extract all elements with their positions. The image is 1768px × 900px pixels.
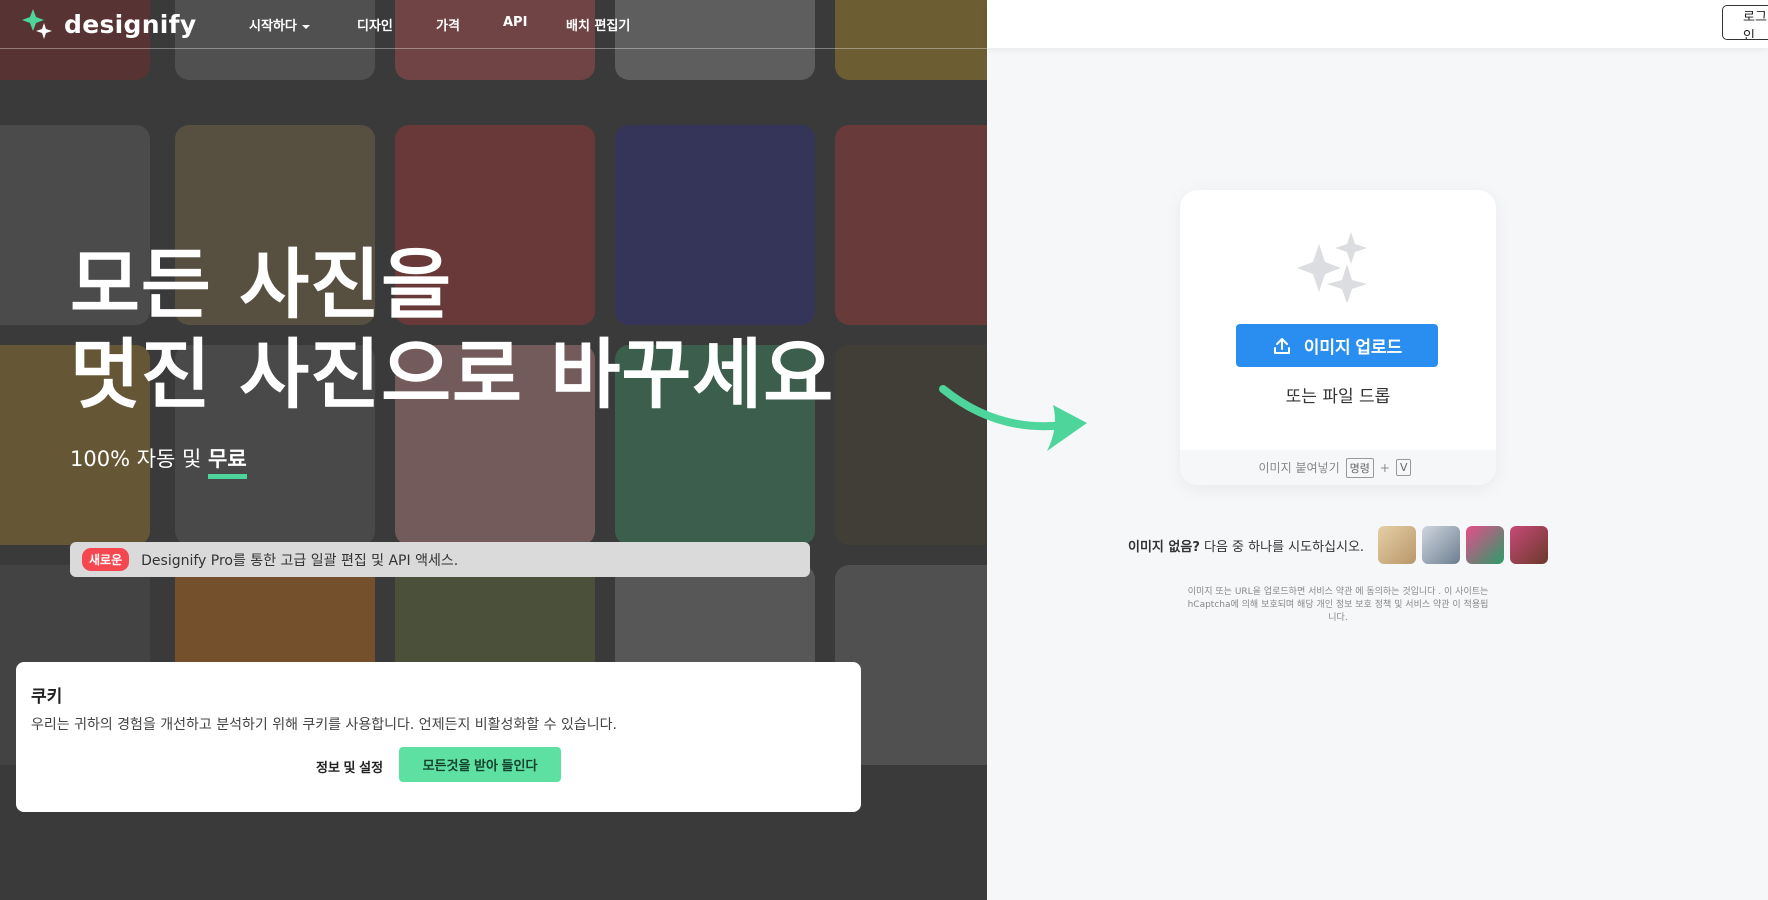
sample-label-rest: 다음 중 하나를 시도하십시오. <box>1199 539 1365 555</box>
sample-thumb-car[interactable] <box>1422 526 1461 564</box>
key-command: 명령 <box>1345 457 1374 478</box>
new-badge: 새로운 <box>82 548 130 571</box>
upload-card[interactable]: 이미지 업로드 또는 파일 드롭 이미지 붙여넣기 명령 + V <box>1180 190 1496 485</box>
paste-hint: 이미지 붙여넣기 명령 + V <box>1180 450 1496 485</box>
nav-link-get-started[interactable]: 시작하다 <box>249 15 310 34</box>
logo[interactable]: designify <box>20 7 196 41</box>
sample-label: 이미지 없음? 다음 중 하나를 시도하십시오. <box>1128 536 1364 555</box>
nav-link-batch-editor[interactable]: 배치 편집기 <box>566 15 630 34</box>
nav-link-pricing[interactable]: 가격 <box>436 15 460 34</box>
cookie-text: 우리는 귀하의 경험을 개선하고 분석하기 위해 쿠키를 사용합니다. 언제든지… <box>31 717 617 733</box>
cookie-banner: 쿠키 우리는 귀하의 경험을 개선하고 분석하기 위해 쿠키를 사용합니다. 언… <box>16 662 861 812</box>
upload-button-label: 이미지 업로드 <box>1303 338 1403 357</box>
top-nav: designify 시작하다 디자인 가격 API 배치 편집기 <box>0 0 987 49</box>
nav-link-design[interactable]: 디자인 <box>357 15 393 34</box>
sparkle-logo-icon <box>22 9 52 39</box>
subtitle-highlight: 무료 <box>208 447 247 471</box>
headline-line-2: 멋진 사진으로 바꾸세요 <box>70 330 835 419</box>
sample-label-bold: 이미지 없음? <box>1128 539 1200 555</box>
login-button[interactable]: 로그인 <box>1722 5 1768 40</box>
subtitle-prefix: 100% 자동 및 <box>70 447 209 471</box>
top-bar: 로그인 <box>987 0 1768 48</box>
nav-link-api[interactable]: API <box>503 15 527 30</box>
curved-arrow-icon <box>939 385 1087 451</box>
legal-text: 이미지 또는 URL을 업로드하면 서비스 약관 에 동의하는 것입니다 . 이… <box>1187 587 1489 623</box>
upload-icon <box>1273 337 1290 354</box>
key-v: V <box>1395 459 1412 476</box>
sample-thumb-product[interactable] <box>1378 526 1417 564</box>
sample-thumb-person[interactable] <box>1466 526 1505 564</box>
logo-text: designify <box>64 9 197 39</box>
sample-images-row: 이미지 없음? 다음 중 하나를 시도하십시오. <box>1128 526 1554 564</box>
upload-image-button[interactable]: 이미지 업로드 <box>1236 324 1438 367</box>
headline-line-1: 모든 사진을 <box>70 240 453 329</box>
key-plus: + <box>1379 460 1390 475</box>
cookie-accept-button[interactable]: 모든것을 받아 들인다 <box>399 747 561 782</box>
drop-file-text: 또는 파일 드롭 <box>1285 387 1391 407</box>
sparkle-icon <box>1297 232 1367 302</box>
cookie-settings-button[interactable]: 정보 및 설정 <box>316 757 383 776</box>
sample-thumb-portrait[interactable] <box>1510 526 1549 564</box>
hero-section: designify 시작하다 디자인 가격 API 배치 편집기 모든 사진을 … <box>0 0 987 900</box>
hero-headline: 모든 사진을 멋진 사진으로 바꾸세요 <box>70 240 834 420</box>
chevron-down-icon <box>301 24 310 29</box>
hero-subtitle: 100% 자동 및 무료 <box>70 443 247 473</box>
promo-banner[interactable]: 새로운 Designify Pro를 통한 고급 일괄 편집 및 API 액세스… <box>70 542 810 577</box>
paste-label: 이미지 붙여넣기 <box>1258 461 1340 475</box>
cookie-title: 쿠키 <box>31 687 63 707</box>
promo-text: Designify Pro를 통한 고급 일괄 편집 및 API 액세스. <box>141 552 459 569</box>
